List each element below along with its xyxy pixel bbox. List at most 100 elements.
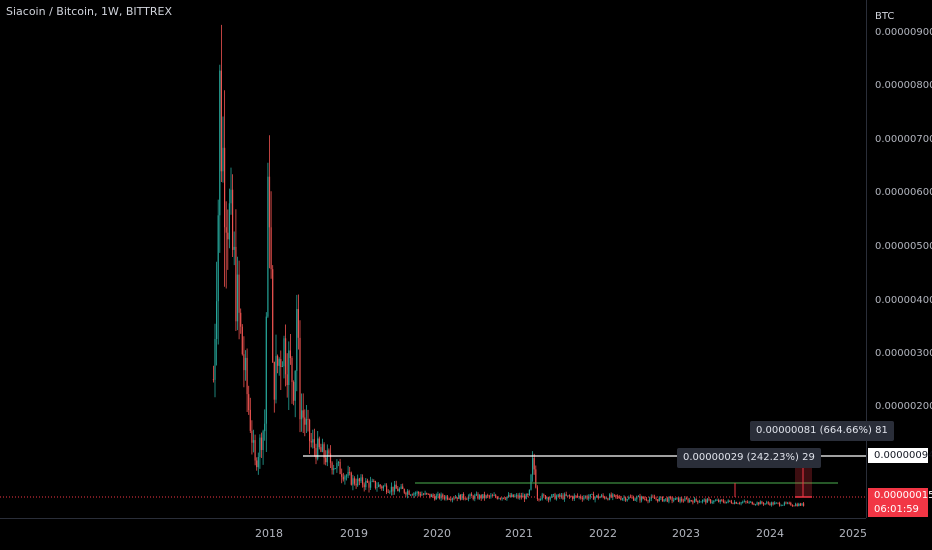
candle-body <box>440 494 442 499</box>
candle-body <box>713 500 715 503</box>
candle-body <box>700 501 702 503</box>
candle-body <box>341 474 343 477</box>
candle-body <box>410 494 412 496</box>
measure-label-large[interactable]: 0.00000081 (664.66%) 81 <box>750 421 894 441</box>
candle-body <box>698 501 700 503</box>
candle-body <box>301 410 303 420</box>
candle-body <box>748 501 750 503</box>
measure-label-small[interactable]: 0.00000029 (242.23%) 29 <box>677 448 821 468</box>
candle-body <box>455 497 457 499</box>
candle-body <box>345 475 348 477</box>
candle-body <box>456 497 458 499</box>
candle-body <box>437 494 439 496</box>
price-tick: 0.00000600 <box>875 187 932 198</box>
candle-body <box>774 502 776 505</box>
price-tick: 0.00000700 <box>875 134 932 145</box>
chart-title: Siacoin / Bitcoin, 1W, BITTREX <box>6 5 173 18</box>
time-tick: 2020 <box>423 527 451 540</box>
candle-body <box>770 502 773 506</box>
candle-body <box>600 495 603 497</box>
candle-body <box>376 487 378 488</box>
candle-body <box>583 497 585 500</box>
candle-body <box>264 423 266 432</box>
candle-body <box>737 503 739 505</box>
candle-body <box>453 498 455 500</box>
candle-body <box>400 486 402 489</box>
candle-body <box>212 379 214 381</box>
candle-body <box>780 505 782 507</box>
candle-body <box>753 504 755 506</box>
candle-body <box>544 495 546 499</box>
candle-body <box>532 458 534 475</box>
line-price-label: 0.00000094 <box>868 448 932 463</box>
candle-body <box>751 501 753 505</box>
time-tick: 2021 <box>505 527 533 540</box>
candle-body <box>647 500 649 502</box>
candle-body <box>623 497 625 499</box>
candle-body <box>511 494 513 497</box>
candle-body <box>443 497 445 499</box>
candle-body <box>591 494 593 495</box>
time-tick: 2018 <box>255 527 283 540</box>
candle-body <box>487 495 489 497</box>
candle-body <box>230 189 232 204</box>
candle-body <box>355 483 357 486</box>
candle-body <box>278 359 280 366</box>
candle-body <box>730 501 732 504</box>
candle-body <box>273 362 275 400</box>
candle-body <box>758 502 760 505</box>
candle-body <box>788 502 790 504</box>
candle-body <box>347 472 349 476</box>
candle-body <box>677 497 680 502</box>
candle-body <box>318 438 320 448</box>
candle-body <box>463 494 465 499</box>
candle-body <box>262 431 264 450</box>
candle-body <box>716 500 718 501</box>
candle-body <box>387 492 389 493</box>
candle-body <box>605 498 607 500</box>
candle-body <box>362 477 364 485</box>
candle-body <box>272 269 274 363</box>
candle-body <box>504 498 506 500</box>
candle-body <box>260 437 263 450</box>
candle-body <box>267 176 269 317</box>
candle-body <box>419 493 421 496</box>
candle-body <box>766 502 768 504</box>
candle-body <box>321 444 324 452</box>
candle-body <box>607 498 609 500</box>
candle-body <box>535 469 537 488</box>
candle-body <box>227 232 229 240</box>
candle-body <box>742 502 744 503</box>
candle-body <box>568 495 571 497</box>
candle-body <box>628 497 630 500</box>
candle-body <box>540 499 542 500</box>
candle-body <box>464 498 466 500</box>
candle-body <box>405 492 407 495</box>
candle-body <box>280 359 282 367</box>
candle-body <box>791 505 793 507</box>
candle-body <box>652 496 654 498</box>
candle-body <box>528 489 530 496</box>
candle-body <box>759 501 761 505</box>
candle-body <box>448 499 450 500</box>
candle-body <box>761 501 763 504</box>
candle-body <box>546 497 548 499</box>
candle-body <box>559 494 561 497</box>
candle-body <box>291 358 293 382</box>
candle-body <box>403 489 405 493</box>
candle-body <box>743 501 745 502</box>
candle-body <box>803 503 805 506</box>
candle-body <box>422 494 425 496</box>
candle-body <box>668 497 670 502</box>
candle-body <box>285 338 287 375</box>
candle-body <box>613 494 615 496</box>
candle-body <box>277 355 279 366</box>
candle-body <box>793 505 795 507</box>
candle-body <box>233 246 235 250</box>
candle-body <box>378 484 380 487</box>
candle-body <box>575 495 577 497</box>
candle-body <box>216 301 218 339</box>
candle-body <box>580 496 582 498</box>
candle-body <box>679 498 681 502</box>
candle-body <box>235 246 237 322</box>
